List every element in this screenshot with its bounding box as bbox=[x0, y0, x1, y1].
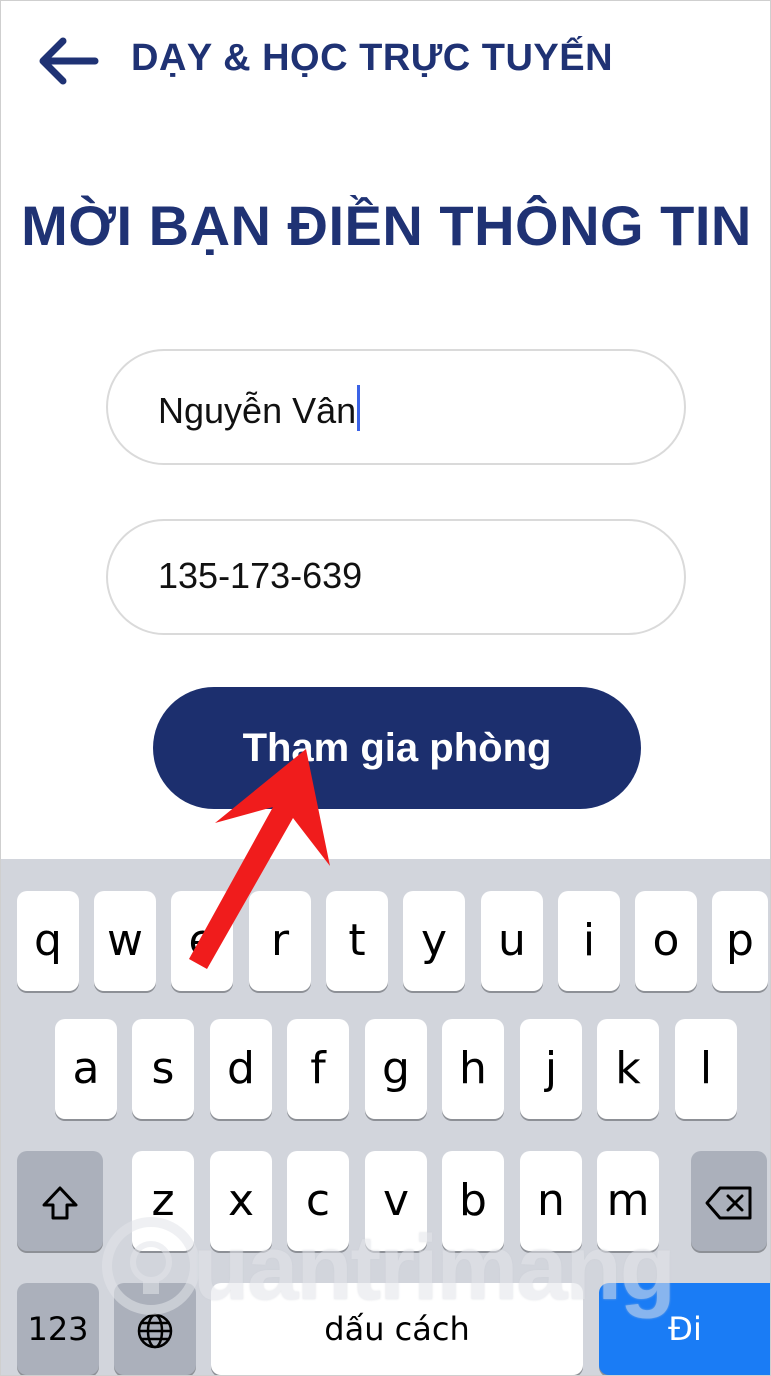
key-y[interactable]: y bbox=[403, 891, 465, 991]
on-screen-keyboard: q w e r t y u i o p a s d f g h j k l z … bbox=[1, 859, 770, 1375]
key-r[interactable]: r bbox=[249, 891, 311, 991]
key-l[interactable]: l bbox=[675, 1019, 737, 1119]
key-h[interactable]: h bbox=[442, 1019, 504, 1119]
text-caret bbox=[357, 385, 361, 431]
go-key[interactable]: Đi bbox=[599, 1283, 770, 1375]
key-q[interactable]: q bbox=[17, 891, 79, 991]
app-screen: DẠY & HỌC TRỰC TUYẾN MỜI BẠN ĐIỀN THÔNG … bbox=[0, 0, 771, 1376]
key-m[interactable]: m bbox=[597, 1151, 659, 1251]
room-code-input[interactable]: 135-173-639 bbox=[106, 519, 686, 635]
top-bar: DẠY & HỌC TRỰC TUYẾN bbox=[1, 1, 770, 121]
key-v[interactable]: v bbox=[365, 1151, 427, 1251]
globe-key[interactable] bbox=[114, 1283, 196, 1375]
key-i[interactable]: i bbox=[558, 891, 620, 991]
key-t[interactable]: t bbox=[326, 891, 388, 991]
key-k[interactable]: k bbox=[597, 1019, 659, 1119]
numbers-key[interactable]: 123 bbox=[17, 1283, 99, 1375]
key-z[interactable]: z bbox=[132, 1151, 194, 1251]
room-code-value: 135-173-639 bbox=[158, 555, 363, 596]
page-title: MỜI BẠN ĐIỀN THÔNG TIN bbox=[21, 194, 752, 257]
key-u[interactable]: u bbox=[481, 891, 543, 991]
backspace-icon bbox=[705, 1186, 752, 1220]
key-p[interactable]: p bbox=[712, 891, 768, 991]
key-g[interactable]: g bbox=[365, 1019, 427, 1119]
key-f[interactable]: f bbox=[287, 1019, 349, 1119]
key-a[interactable]: a bbox=[55, 1019, 117, 1119]
join-room-button[interactable]: Tham gia phòng bbox=[153, 687, 641, 809]
shift-key[interactable] bbox=[17, 1151, 103, 1251]
key-d[interactable]: d bbox=[210, 1019, 272, 1119]
name-input-value: Nguyễn Vân bbox=[158, 385, 361, 432]
key-x[interactable]: x bbox=[210, 1151, 272, 1251]
key-s[interactable]: s bbox=[132, 1019, 194, 1119]
shift-icon bbox=[42, 1186, 78, 1220]
key-e[interactable]: e bbox=[171, 891, 233, 991]
app-title: DẠY & HỌC TRỰC TUYẾN bbox=[131, 37, 614, 79]
globe-icon bbox=[137, 1313, 173, 1349]
backspace-key[interactable] bbox=[691, 1151, 767, 1251]
name-input[interactable]: Nguyễn Vân bbox=[106, 349, 686, 465]
key-j[interactable]: j bbox=[520, 1019, 582, 1119]
key-c[interactable]: c bbox=[287, 1151, 349, 1251]
arrow-left-icon[interactable] bbox=[39, 37, 99, 85]
space-key[interactable]: dấu cách bbox=[211, 1283, 583, 1375]
key-w[interactable]: w bbox=[94, 891, 156, 991]
key-n[interactable]: n bbox=[520, 1151, 582, 1251]
key-b[interactable]: b bbox=[442, 1151, 504, 1251]
key-o[interactable]: o bbox=[635, 891, 697, 991]
